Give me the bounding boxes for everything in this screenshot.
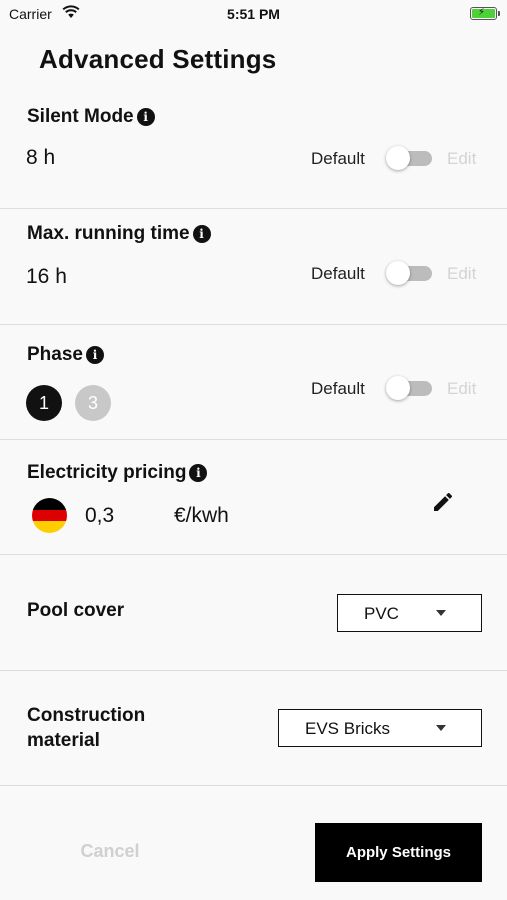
info-icon[interactable]: i bbox=[85, 346, 104, 364]
clock: 5:51 PM bbox=[227, 6, 280, 22]
pool-cover-dropdown[interactable]: PVC bbox=[337, 594, 482, 632]
electricity-pricing-label: Electricity pricing i bbox=[27, 462, 208, 484]
phase-default-label: Default bbox=[311, 379, 365, 398]
chevron-down-icon bbox=[436, 725, 446, 731]
pool-cover-label: Pool cover bbox=[27, 600, 125, 621]
max-running-time-value: 16 h bbox=[26, 265, 67, 288]
max-running-time-label-text: Max. running time bbox=[27, 223, 190, 244]
max-running-time-edit-button[interactable]: Edit bbox=[447, 264, 476, 284]
cancel-button[interactable]: Cancel bbox=[0, 841, 220, 862]
info-icon[interactable]: i bbox=[192, 225, 211, 243]
construction-material-selected-value: EVS Bricks bbox=[305, 719, 391, 738]
silent-mode-default-toggle[interactable] bbox=[386, 146, 432, 170]
pencil-icon[interactable] bbox=[431, 490, 455, 514]
construction-material-section: Construction material EVS Bricks bbox=[0, 671, 507, 786]
silent-mode-label-text: Silent Mode bbox=[27, 106, 134, 127]
phase-option-1[interactable]: 1 bbox=[26, 385, 62, 421]
pool-cover-section: Pool cover PVC bbox=[0, 555, 507, 671]
status-bar: Carrier 5:51 PM ⚡ bbox=[0, 0, 507, 28]
germany-flag-icon bbox=[32, 498, 67, 533]
electricity-price-value: 0,3 bbox=[85, 504, 115, 527]
phase-label: Phase i bbox=[27, 344, 104, 366]
phase-option-3[interactable]: 3 bbox=[75, 385, 111, 421]
construction-material-label: Construction material bbox=[27, 705, 146, 751]
phase-label-text: Phase bbox=[27, 344, 83, 365]
page-title: Advanced Settings bbox=[39, 44, 277, 74]
flag-stripe bbox=[32, 509, 67, 522]
chevron-down-icon bbox=[436, 610, 446, 616]
apply-settings-button[interactable]: Apply Settings bbox=[315, 823, 482, 882]
phase-edit-button[interactable]: Edit bbox=[447, 379, 476, 399]
max-running-time-default-label: Default bbox=[311, 264, 365, 283]
max-running-time-label: Max. running time i bbox=[27, 223, 211, 245]
phase-section: Phase i 1 3 Default Edit bbox=[0, 325, 507, 440]
silent-mode-section: Silent Mode i 8 h Default Edit bbox=[0, 92, 507, 209]
battery-icon: ⚡ bbox=[470, 7, 500, 20]
construction-material-dropdown[interactable]: EVS Bricks bbox=[278, 709, 482, 747]
silent-mode-default-label: Default bbox=[311, 149, 365, 168]
silent-mode-label: Silent Mode i bbox=[27, 106, 155, 128]
silent-mode-value: 8 h bbox=[26, 146, 56, 169]
electricity-pricing-label-text: Electricity pricing bbox=[27, 462, 187, 483]
max-running-time-section: Max. running time i 16 h Default Edit bbox=[0, 209, 507, 325]
pool-cover-selected-value: PVC bbox=[364, 604, 399, 623]
max-running-time-default-toggle[interactable] bbox=[386, 261, 432, 285]
phase-default-toggle[interactable] bbox=[386, 376, 432, 400]
info-icon[interactable]: i bbox=[189, 464, 208, 482]
silent-mode-edit-button[interactable]: Edit bbox=[447, 149, 476, 169]
info-icon[interactable]: i bbox=[136, 108, 155, 126]
electricity-price-unit: €/kwh bbox=[174, 504, 229, 527]
